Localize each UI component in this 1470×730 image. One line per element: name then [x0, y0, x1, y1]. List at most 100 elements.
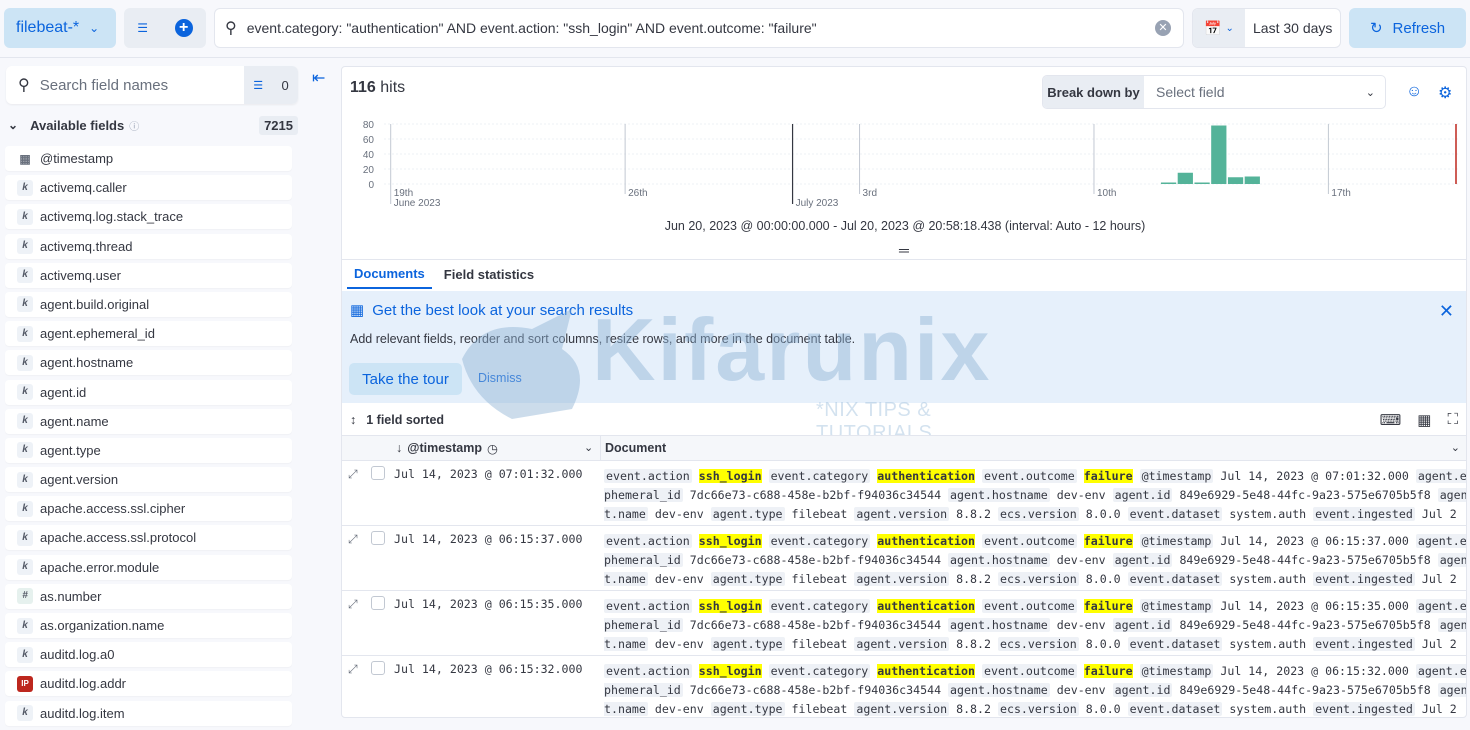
field-item[interactable]: IP auditd.log.addr: [5, 671, 292, 697]
y-tick-label: 80: [363, 120, 375, 131]
doc-agent-type: filebeat: [791, 572, 848, 587]
available-fields-header[interactable]: ⌄ Available fields ⓘ 7215: [8, 114, 298, 136]
close-icon[interactable]: ✕: [1439, 301, 1454, 322]
row-checkbox[interactable]: [371, 661, 385, 675]
dismiss-link[interactable]: Dismiss: [478, 371, 522, 385]
field-item[interactable]: k agent.type: [5, 437, 292, 463]
gear-icon[interactable]: ⚙: [1438, 83, 1452, 103]
column-header-timestamp[interactable]: ↓ @timestamp ◷: [396, 441, 498, 456]
resize-handle-icon[interactable]: ═: [899, 242, 909, 258]
doc-agent-name: dev-env: [654, 637, 704, 652]
ai-assistant-icon[interactable]: ☺: [1406, 83, 1422, 101]
help-icon[interactable]: ⓘ: [129, 118, 139, 133]
doc-hostname: dev-env: [1056, 553, 1106, 568]
expand-row-icon[interactable]: ⤢: [348, 467, 358, 482]
field-name: as.number: [40, 588, 102, 604]
field-item[interactable]: k as.organization.name: [5, 613, 292, 638]
date-range[interactable]: Last 30 days: [1245, 20, 1332, 36]
x-tick-sublabel: July 2023: [796, 198, 839, 209]
highlight-action: ssh_login: [698, 664, 762, 678]
field-item[interactable]: k agent.name: [5, 408, 292, 434]
field-name: agent.version: [40, 472, 119, 488]
x-tick-label: 17th: [1331, 188, 1350, 199]
tab-field-statistics[interactable]: Field statistics: [437, 260, 541, 289]
keyboard-icon[interactable]: ⌨: [1380, 411, 1402, 429]
doc-agent-type: filebeat: [791, 702, 848, 717]
chevron-down-icon[interactable]: ⌄: [584, 441, 593, 454]
search-icon: ⚲: [225, 20, 237, 37]
callout-description: Add relevant fields, reorder and sort co…: [350, 332, 856, 346]
row-checkbox[interactable]: [371, 466, 385, 480]
breakdown-field-select[interactable]: Select field ⌄: [1144, 76, 1385, 108]
add-filter-icon[interactable]: +: [174, 19, 193, 37]
chevron-down-icon[interactable]: ⌄: [1451, 441, 1460, 454]
fullscreen-icon[interactable]: ⛶: [1447, 411, 1458, 429]
field-name: activemq.caller: [40, 180, 127, 196]
field-item[interactable]: k auditd.log.a0: [5, 642, 292, 668]
highlight-outcome: failure: [1083, 599, 1133, 613]
field-item[interactable]: ▦ @timestamp: [5, 146, 292, 171]
available-fields-count: 7215: [259, 115, 298, 135]
table-row[interactable]: ⤢ Jul 14, 2023 @ 06:15:32.000 event.action…: [342, 656, 1466, 717]
keyword-type-icon: k: [17, 442, 33, 459]
field-item[interactable]: k apache.error.module: [5, 554, 292, 580]
sorted-label: 1 field sorted: [366, 413, 445, 427]
tab-documents[interactable]: Documents: [347, 260, 432, 289]
column-header-document[interactable]: Document: [600, 436, 666, 460]
keyword-type-icon: k: [17, 413, 33, 430]
table-row[interactable]: ⤢ Jul 14, 2023 @ 07:01:32.000 event.action…: [342, 461, 1466, 526]
field-item[interactable]: k agent.id: [5, 379, 292, 405]
table-row[interactable]: ⤢ Jul 14, 2023 @ 06:15:35.000 event.action…: [342, 591, 1466, 656]
table-row[interactable]: ⤢ Jul 14, 2023 @ 06:15:37.000 event.action…: [342, 526, 1466, 591]
field-item[interactable]: k activemq.log.stack_trace: [5, 204, 292, 230]
field-item[interactable]: k agent.build.original: [5, 291, 292, 317]
field-item[interactable]: k agent.version: [5, 467, 292, 493]
field-item[interactable]: k apache.access.ssl.protocol: [5, 525, 292, 551]
query-text[interactable]: event.category: "authentication" AND eve…: [247, 20, 1155, 36]
expand-row-icon[interactable]: ⤢: [348, 662, 358, 677]
data-view-name: filebeat-*: [16, 19, 80, 36]
row-checkbox[interactable]: [371, 596, 385, 610]
field-item[interactable]: k activemq.caller: [5, 175, 292, 201]
field-item[interactable]: k activemq.thread: [5, 233, 292, 259]
row-checkbox[interactable]: [371, 531, 385, 545]
calendar-icon[interactable]: 📅 ⌄: [1193, 9, 1245, 47]
keyword-type-icon: k: [17, 296, 33, 313]
highlight-action: ssh_login: [698, 469, 762, 483]
field-name: as.organization.name: [40, 618, 165, 633]
filter-menu-icon[interactable]: ☰: [137, 21, 148, 35]
field-item[interactable]: # as.number: [5, 583, 292, 609]
field-item[interactable]: k activemq.user: [5, 262, 292, 288]
doc-ecs-version: 8.0.0: [1085, 637, 1121, 652]
row-density-icon[interactable]: ▦: [1417, 411, 1431, 429]
document-table: ⤢ Jul 14, 2023 @ 07:01:32.000 event.action…: [342, 461, 1466, 717]
keyword-type-icon: k: [17, 646, 33, 663]
keyword-type-icon: k: [17, 705, 33, 722]
filter-icon: ☰: [253, 79, 264, 92]
take-tour-button[interactable]: Take the tour: [349, 363, 462, 395]
breakdown-placeholder: Select field: [1156, 84, 1225, 100]
field-item[interactable]: k agent.hostname: [5, 350, 292, 376]
data-view-picker[interactable]: filebeat-* ⌄: [4, 8, 116, 48]
top-bar: filebeat-* ⌄ ☰ + ⚲ event.category: "auth…: [0, 0, 1470, 58]
filter-group: ☰ +: [124, 8, 206, 48]
expand-row-icon[interactable]: ⤢: [348, 532, 358, 547]
expand-row-icon[interactable]: ⤢: [348, 597, 358, 612]
sort-indicator[interactable]: ↕ 1 field sorted: [342, 405, 1466, 435]
field-search[interactable]: ⚲ Search field names ☰ 0: [6, 66, 298, 104]
doc-agent-name: dev-env: [654, 572, 704, 587]
breakdown-select[interactable]: Break down by Select field ⌄: [1042, 75, 1386, 109]
field-item[interactable]: k apache.access.ssl.cipher: [5, 496, 292, 522]
doc-ephemeral-id: 7dc66e73-c688-458e-b2bf-f94036c34544: [689, 683, 942, 698]
chevron-down-icon: ⌄: [89, 21, 100, 35]
field-type-filter-button[interactable]: ☰ 0: [244, 66, 298, 104]
field-item[interactable]: k agent.ephemeral_id: [5, 321, 292, 347]
clear-query-icon[interactable]: ✕: [1155, 20, 1171, 36]
field-search-input[interactable]: Search field names: [40, 77, 244, 94]
field-item[interactable]: k auditd.log.item: [5, 700, 292, 726]
keyword-type-icon: k: [17, 238, 33, 255]
date-picker[interactable]: 📅 ⌄ Last 30 days: [1192, 8, 1341, 48]
query-input[interactable]: ⚲ event.category: "authentication" AND e…: [214, 8, 1184, 48]
collapse-sidebar-icon[interactable]: ⇤: [312, 68, 325, 88]
refresh-button[interactable]: ↻ Refresh: [1349, 8, 1466, 48]
